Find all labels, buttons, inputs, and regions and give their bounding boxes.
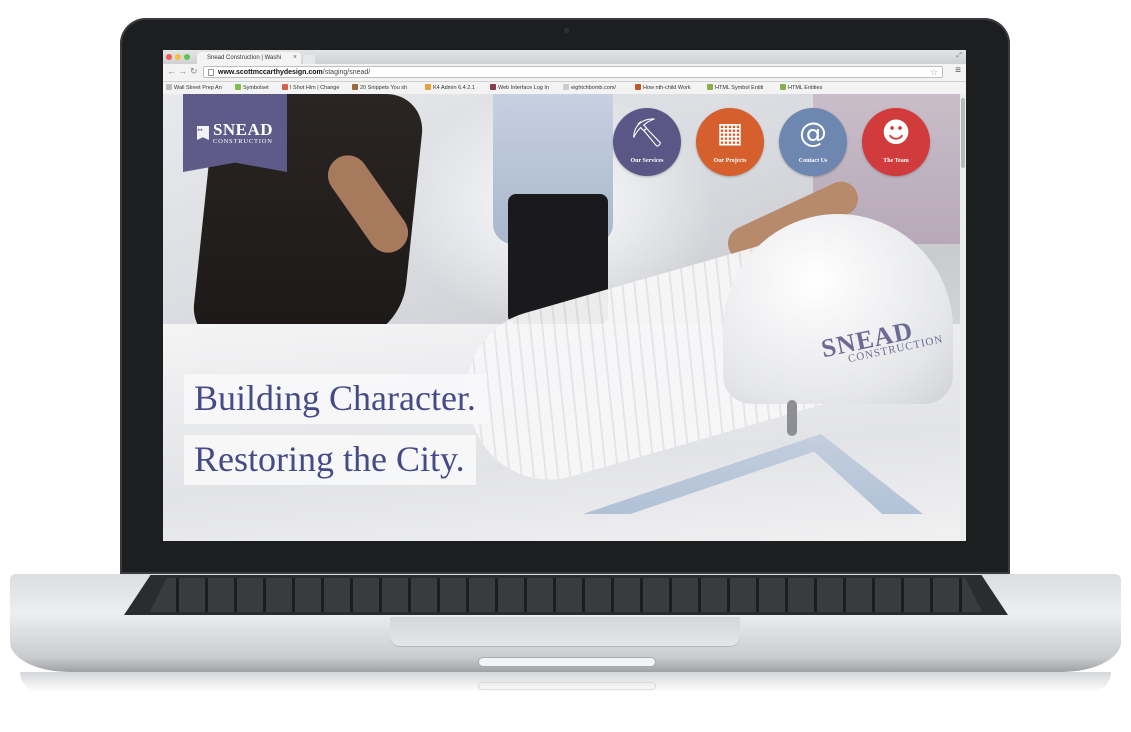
bookmark-favicon	[166, 84, 172, 90]
hero-photo-binder-clip	[787, 400, 797, 436]
forward-icon[interactable]: →	[178, 66, 187, 76]
bookmark-item[interactable]: Web Interface Log In	[490, 82, 549, 94]
main-nav: ⛏ Our Services ▦ Our Projects @ Contact …	[613, 108, 930, 176]
tab-bar: Snead Construction | Washi × ⤢	[163, 50, 966, 64]
tab-close-icon[interactable]: ×	[293, 52, 297, 64]
at-icon: @	[799, 116, 827, 149]
url-host: www.scottmccarthydesign.com	[218, 69, 323, 76]
bookmark-item[interactable]: 20 Snippets You sh	[352, 82, 407, 94]
bookmark-item[interactable]: Symbolset	[235, 82, 269, 94]
bookmark-item[interactable]: eightchbomb.com/	[563, 82, 616, 94]
address-toolbar: ← → ↻ www.scottmccarthydesign.com/stagin…	[163, 64, 966, 82]
hero-headline-2: Restoring the City.	[184, 435, 476, 485]
url-path: /staging/snead/	[322, 69, 371, 76]
nav-label: Our Projects	[713, 158, 747, 164]
tab-title: Snead Construction | Washi	[207, 55, 282, 61]
nav-contact-us[interactable]: @ Contact Us	[779, 108, 847, 176]
menu-icon[interactable]: ≡	[955, 65, 961, 76]
building-icon: ▦	[716, 116, 744, 149]
bookmark-item[interactable]: HTML Symbol Entiti	[707, 82, 763, 94]
nav-label: Our Services	[630, 158, 664, 164]
bookmark-favicon	[635, 84, 641, 90]
keyboard	[150, 578, 982, 612]
reload-icon[interactable]: ↻	[190, 66, 198, 77]
wheelbarrow-icon: ⛏	[629, 116, 665, 149]
logo-text: SNEAD CONSTRUCTION	[212, 119, 274, 145]
close-window-button[interactable]	[166, 54, 172, 60]
page-viewport: SNEAD CONSTRUCTION SNEAD CONSTRUCTION ⛏ …	[163, 94, 960, 541]
new-tab-button[interactable]	[303, 55, 315, 64]
bookmark-star-icon[interactable]: ☆	[930, 66, 938, 78]
nav-our-services[interactable]: ⛏ Our Services	[613, 108, 681, 176]
logo-banner-icon	[196, 126, 209, 140]
window-controls	[166, 54, 190, 60]
camera	[564, 28, 569, 33]
hero-headline-1: Building Character.	[184, 374, 487, 424]
bookmark-favicon	[235, 84, 241, 90]
notch-reflection	[478, 682, 656, 690]
page-icon	[208, 69, 214, 76]
browser-tab[interactable]: Snead Construction | Washi ×	[197, 52, 301, 64]
back-icon[interactable]: ←	[167, 66, 176, 76]
bookmark-item[interactable]: How nth-child Work	[635, 82, 691, 94]
worker-icon: ☻	[881, 116, 911, 149]
bookmark-favicon	[707, 84, 713, 90]
site-logo[interactable]: SNEAD CONSTRUCTION	[183, 94, 287, 172]
nav-label: The Team	[883, 158, 909, 164]
bookmark-favicon	[780, 84, 786, 90]
fullscreen-icon[interactable]: ⤢	[956, 52, 962, 60]
bookmark-item[interactable]: HTML Entities	[780, 82, 822, 94]
bookmark-favicon	[352, 84, 358, 90]
nav-the-team[interactable]: ☻ The Team	[862, 108, 930, 176]
trackpad	[390, 617, 740, 647]
laptop-screen: Snead Construction | Washi × ⤢ ← → ↻ www…	[163, 50, 966, 541]
bookmark-favicon	[490, 84, 496, 90]
scrollbar-thumb[interactable]	[961, 98, 965, 168]
bookmark-favicon	[563, 84, 569, 90]
bookmark-item[interactable]: I Shot Him | Change	[282, 82, 339, 94]
minimize-window-button[interactable]	[175, 54, 181, 60]
zoom-window-button[interactable]	[184, 54, 190, 60]
nav-label: Contact Us	[798, 158, 828, 164]
bookmark-item[interactable]: Wall Street Prep An	[166, 82, 222, 94]
bookmark-favicon	[425, 84, 431, 90]
lid-notch	[478, 657, 656, 667]
bookmark-favicon	[282, 84, 288, 90]
bookmark-item[interactable]: K4 Admin 6.4.2.1	[425, 82, 475, 94]
nav-our-projects[interactable]: ▦ Our Projects	[696, 108, 764, 176]
address-bar[interactable]: www.scottmccarthydesign.com/staging/snea…	[203, 66, 943, 78]
